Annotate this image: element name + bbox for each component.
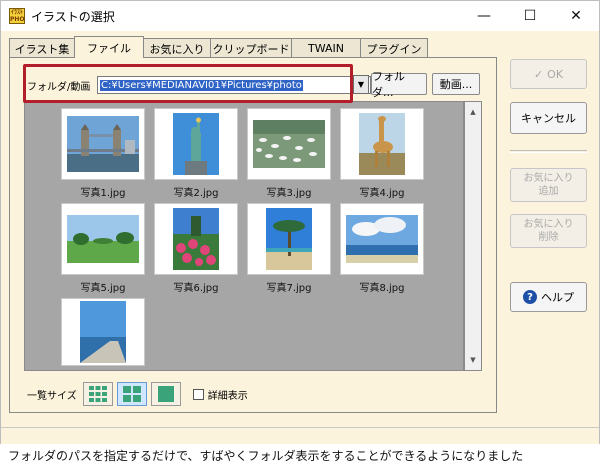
thumbnail-label: 写真7.jpg (266, 283, 312, 294)
thumbnail-label: 写真4.jpg (359, 188, 405, 199)
app-icon: ｲﾗｽﾄ PHOTO (9, 8, 25, 24)
window-title: イラストの選択 (31, 9, 115, 24)
detail-view-label: 詳細表示 (207, 390, 248, 402)
title-bar: ｲﾗｽﾄ PHOTO イラストの選択 — ☐ ✕ (1, 1, 599, 31)
thumbnail-item[interactable]: 写真3.jpg (247, 108, 331, 199)
thumbnail-scrollbar[interactable]: ▲ ▼ (464, 101, 482, 371)
thumbnail-label: 写真5.jpg (80, 283, 126, 294)
tab-clipboard[interactable]: クリップボード (210, 38, 292, 58)
thumbnail-item[interactable]: 写真2.jpg (154, 108, 238, 199)
tab-favorites[interactable]: お気に入り (143, 38, 211, 58)
grid-small-icon (88, 386, 107, 402)
help-icon: ? (523, 290, 537, 304)
view-size-medium-button[interactable] (116, 382, 147, 406)
thumbnail-frame (61, 203, 145, 275)
thumbnail-frame (247, 108, 331, 180)
view-size-small-button[interactable] (82, 382, 113, 406)
thumbnail-grid[interactable]: 写真1.jpg 写真2.jpg 写真3.jpg 写真4.jpg 写真5.jpg … (24, 101, 464, 371)
thumbnail-label: 写真6.jpg (173, 283, 219, 294)
thumbnail-label: 写真3.jpg (266, 188, 312, 199)
minimize-button[interactable]: — (461, 1, 507, 31)
tab-file[interactable]: ファイル (74, 36, 144, 58)
path-dropdown-button[interactable]: ▼ (353, 75, 369, 94)
photo-golf-course (67, 215, 139, 263)
maximize-button[interactable]: ☐ (507, 1, 553, 31)
scroll-down-icon[interactable]: ▼ (465, 352, 481, 368)
scroll-up-icon[interactable]: ▲ (465, 104, 481, 120)
photo-statue-of-liberty (173, 113, 219, 175)
photo-pier (80, 301, 126, 363)
view-size-row: 一覧サイズ 詳細表示 (27, 382, 248, 406)
grid-medium-icon (122, 386, 141, 402)
photo-birds-flock (253, 120, 325, 168)
thumbnail-frame (340, 108, 424, 180)
add-favorite-button[interactable]: お気に入り 追加 (510, 168, 587, 202)
tab-illustrations[interactable]: イラスト集 (9, 38, 75, 58)
window-controls: — ☐ ✕ (461, 1, 599, 31)
tab-twain[interactable]: TWAIN (291, 38, 361, 58)
folder-path-input[interactable]: C:¥Users¥MEDIANAVI01¥Pictures¥photo (97, 76, 371, 94)
thumbnail-frame (247, 203, 331, 275)
detail-view-checkbox[interactable] (192, 388, 204, 400)
photo-giraffe (359, 113, 405, 175)
photo-sea-sky (346, 215, 418, 263)
status-bar (1, 427, 599, 444)
side-divider (510, 150, 587, 153)
photo-beach-tree (266, 208, 312, 270)
image-select-window: ｲﾗｽﾄ PHOTO イラストの選択 — ☐ ✕ イラスト集 ファイル お気に入… (0, 0, 600, 444)
thumbnail-item[interactable]: 写真1.jpg (61, 108, 145, 199)
screenshot-caption: フォルダのパスを指定するだけで、すばやくフォルダ表示をすることができるようになり… (8, 449, 524, 463)
folder-path-value: C:¥Users¥MEDIANAVI01¥Pictures¥photo (100, 80, 303, 91)
thumbnail-item[interactable]: 写真5.jpg (61, 203, 145, 294)
ok-label: OK (547, 67, 564, 81)
ok-button[interactable]: ✓ OK (510, 59, 587, 89)
photo-tower-bridge (67, 116, 139, 172)
close-button[interactable]: ✕ (553, 1, 599, 31)
thumbnail-frame (340, 203, 424, 275)
tab-plugin[interactable]: プラグイン (360, 38, 428, 58)
thumbnail-label: 写真2.jpg (173, 188, 219, 199)
view-size-large-button[interactable] (150, 382, 181, 406)
folder-button[interactable]: フォルダ... (371, 70, 427, 99)
thumbnail-frame (61, 298, 145, 366)
tab-bar: イラスト集 ファイル お気に入り クリップボード TWAIN プラグイン (9, 36, 428, 58)
thumbnail-label: 写真8.jpg (359, 283, 405, 294)
thumbnail-item[interactable]: 写真8.jpg (340, 203, 424, 294)
cancel-button[interactable]: キャンセル (510, 102, 587, 134)
path-row: フォルダ/動画 C:¥Users¥MEDIANAVI01¥Pictures¥ph… (27, 76, 371, 94)
grid-large-icon (157, 386, 174, 402)
path-label: フォルダ/動画 (27, 81, 91, 93)
thumbnail-item[interactable] (61, 298, 145, 366)
thumbnail-frame (154, 108, 238, 180)
thumbnail-frame (154, 203, 238, 275)
thumbnail-item[interactable]: 写真4.jpg (340, 108, 424, 199)
thumbnail-label: 写真1.jpg (80, 188, 126, 199)
chevron-down-icon: ▼ (357, 80, 365, 89)
help-button[interactable]: ? ヘルプ (510, 282, 587, 312)
video-button[interactable]: 動画... (432, 73, 480, 95)
view-size-label: 一覧サイズ (27, 390, 77, 402)
thumbnail-item[interactable]: 写真7.jpg (247, 203, 331, 294)
help-label: ヘルプ (541, 291, 574, 304)
checkmark-icon: ✓ (533, 67, 544, 81)
thumbnail-frame (61, 108, 145, 180)
thumbnail-item[interactable]: 写真6.jpg (154, 203, 238, 294)
photo-flower-garden (173, 208, 219, 270)
remove-favorite-button[interactable]: お気に入り 削除 (510, 214, 587, 248)
